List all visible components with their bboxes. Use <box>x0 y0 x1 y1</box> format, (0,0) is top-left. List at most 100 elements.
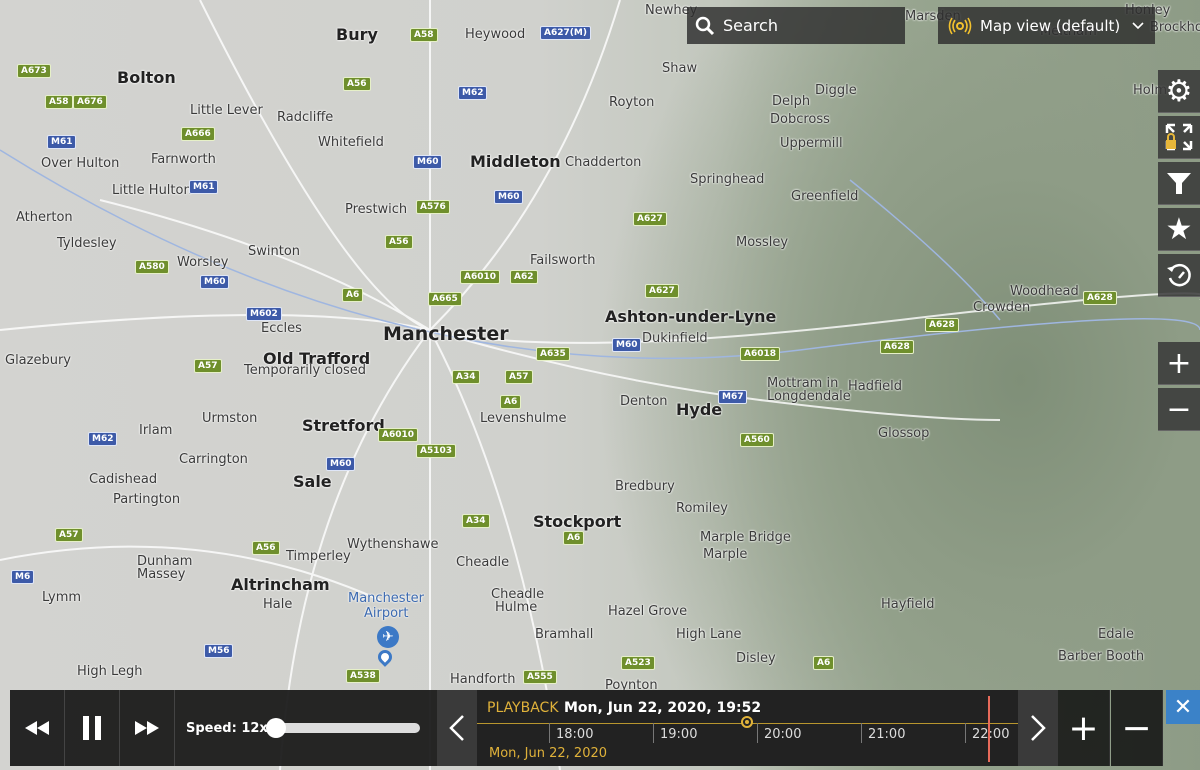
timeline-next-button[interactable] <box>1018 690 1058 766</box>
road-badge: A628 <box>880 340 914 354</box>
search-icon <box>695 16 715 35</box>
place-label: Heywood <box>465 27 526 42</box>
place-label: Glossop <box>878 426 930 441</box>
place-label: Hadfield <box>848 379 903 394</box>
place-label: Disley <box>736 651 776 666</box>
place-label: Marple Bridge <box>700 530 791 545</box>
road-badge: M56 <box>204 644 234 658</box>
place-label: Over Hulton <box>41 156 120 171</box>
pause-button[interactable] <box>65 690 120 766</box>
playback-timeline[interactable]: PLAYBACK Mon, Jun 22, 2020, 19:52 18:00 1… <box>477 690 1018 766</box>
road-badge: M62 <box>88 432 118 446</box>
road-badge: A6 <box>813 656 835 670</box>
road-badge: A560 <box>740 433 774 447</box>
search-label: Search <box>723 16 778 35</box>
map-zoom-out-button[interactable]: − <box>1158 388 1200 431</box>
place-label: Ashton-under-Lyne <box>605 307 777 326</box>
current-time-marker[interactable] <box>741 716 753 728</box>
timeline-zoom-in-button[interactable]: + <box>1058 690 1110 766</box>
place-label: Glazebury <box>5 353 72 368</box>
road-badge: M60 <box>413 155 443 169</box>
place-label: Marple <box>703 547 748 562</box>
gear-icon: ⚙ <box>1165 73 1193 109</box>
road-badge: A57 <box>505 370 533 384</box>
place-label: Little Hulton <box>112 183 192 198</box>
place-label: Cheadle <box>456 555 510 570</box>
road-badge: A6 <box>563 531 585 545</box>
place-label: Denton <box>620 394 668 409</box>
road-badge: A34 <box>462 514 490 528</box>
place-label: Sale <box>293 472 332 491</box>
place-label: Atherton <box>16 210 73 225</box>
rewind-button[interactable] <box>10 690 65 766</box>
road-badge: A58 <box>410 28 438 42</box>
road-badge: M60 <box>612 338 642 352</box>
road-badge: A676 <box>73 95 107 109</box>
star-icon: ★ <box>1165 211 1193 247</box>
place-label: Delph <box>772 94 811 109</box>
place-label: Carrington <box>179 452 248 467</box>
place-label: Crowden <box>973 300 1031 315</box>
place-label: Hazel Grove <box>608 604 688 619</box>
road-badge: A6010 <box>378 428 419 442</box>
playback-title: PLAYBACK <box>487 700 559 716</box>
place-label: Dobcross <box>770 112 830 127</box>
place-label: Eccles <box>261 321 302 336</box>
plus-icon: + <box>1166 345 1192 381</box>
place-label: Middleton <box>470 152 561 171</box>
expand-lock-icon <box>1165 123 1193 151</box>
road-badge: A57 <box>194 359 222 373</box>
timeline-tick: 20:00 <box>757 723 801 743</box>
playback-datetime: Mon, Jun 22, 2020, 19:52 <box>564 700 762 716</box>
filter-button[interactable] <box>1158 162 1200 205</box>
place-label: Uppermill <box>780 136 843 151</box>
speed-slider[interactable] <box>265 718 420 738</box>
place-label: Mossley <box>736 235 789 250</box>
place-label: Springhead <box>690 172 765 187</box>
place-label: Stretford <box>302 416 385 435</box>
map-roads-layer <box>0 0 1200 770</box>
favorites-button[interactable]: ★ <box>1158 208 1200 251</box>
fast-forward-icon <box>135 721 159 735</box>
place-label: Chadderton <box>565 155 642 170</box>
road-badge: A555 <box>523 670 557 684</box>
place-label: Airport <box>364 606 409 621</box>
place-label: Manchester <box>383 323 509 345</box>
place-label: Romiley <box>676 501 728 516</box>
timeline-tick: 19:00 <box>653 723 697 743</box>
fullscreen-button[interactable] <box>1158 116 1200 159</box>
place-label: Radcliffe <box>277 110 334 125</box>
road-badge: A56 <box>385 235 413 249</box>
map[interactable]: BuryHeywoodNewheyMarsdenMelthamHonleyBro… <box>0 0 1200 770</box>
place-label: Bolton <box>117 68 176 87</box>
playback-bar: Speed: 12x PLAYBACK Mon, Jun 22, 2020, 1… <box>10 690 1058 766</box>
speed-slider-handle[interactable] <box>265 718 286 738</box>
speed-label: Speed: 12x <box>186 720 268 736</box>
place-label: Hyde <box>676 400 723 419</box>
map-zoom-in-button[interactable]: + <box>1158 342 1200 385</box>
fast-forward-button[interactable] <box>120 690 175 766</box>
settings-button[interactable]: ⚙ <box>1158 70 1200 113</box>
road-badge: A6 <box>500 395 522 409</box>
place-label: Prestwich <box>345 202 408 217</box>
place-label: Timperley <box>286 549 351 564</box>
place-label: Hale <box>263 597 293 612</box>
map-view-dropdown[interactable]: Map view (default) <box>938 7 1155 44</box>
airport-icon[interactable]: ✈ <box>377 626 399 648</box>
place-label: Swinton <box>248 244 301 259</box>
place-label: Stockport <box>533 512 622 531</box>
close-playback-button[interactable]: ✕ <box>1166 690 1200 724</box>
road-badge: A538 <box>346 669 380 683</box>
timeline-zoom-out-button[interactable]: − <box>1111 690 1163 766</box>
map-view-label: Map view (default) <box>980 16 1121 35</box>
timeline-prev-button[interactable] <box>437 690 477 766</box>
place-label: High Legh <box>77 664 143 679</box>
place-label: Greenfield <box>791 189 859 204</box>
road-badge: A666 <box>181 127 215 141</box>
playback-history-button[interactable] <box>1158 254 1200 297</box>
search-box[interactable]: Search <box>687 7 905 44</box>
place-label: Massey <box>137 567 186 582</box>
rewind-icon <box>25 721 49 735</box>
road-badge: A5103 <box>416 444 457 458</box>
road-badge: A627 <box>633 212 667 226</box>
